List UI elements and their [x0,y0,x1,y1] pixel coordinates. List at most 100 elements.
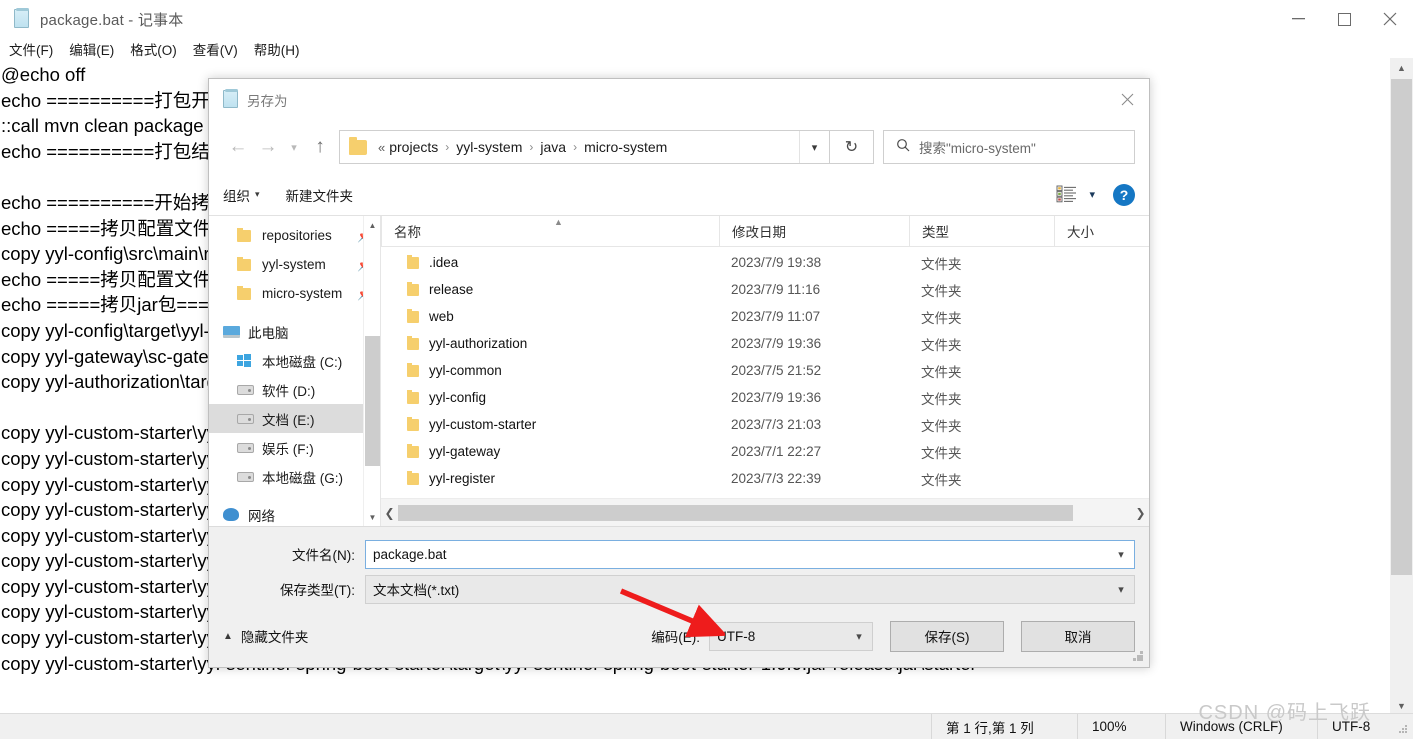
hscroll-track[interactable] [398,504,1132,521]
windows-drive-icon [237,354,257,367]
new-folder-button[interactable]: 新建文件夹 [286,185,354,205]
sidebar-item-micro-system[interactable]: micro-system 📌 [209,279,380,308]
back-icon[interactable]: ← [223,128,253,166]
breadcrumb-item-1[interactable]: yyl-system [456,139,522,155]
encoding-select[interactable]: UTF-8 ▾ [709,621,873,651]
minimize-icon[interactable] [1275,0,1321,38]
close-icon[interactable] [1367,0,1413,38]
sidebar-scrollbar-thumb[interactable] [365,336,380,466]
resize-grip[interactable] [1399,725,1409,735]
dialog-body: repositories 📌 yyl-system 📌 micro-system… [209,215,1149,526]
hide-folders-toggle[interactable]: ▲ 隐藏文件夹 [223,626,308,646]
maximize-icon[interactable] [1321,0,1367,38]
filename-value: package.bat [373,546,447,562]
breadcrumb-item-0[interactable]: projects [389,139,438,155]
chevron-down-icon: ▾ [255,189,260,199]
scrollbar-thumb[interactable] [1391,79,1412,575]
save-button[interactable]: 保存(S) [890,620,1004,652]
sidebar-item-network[interactable]: 网络 [209,500,380,526]
table-row[interactable]: yyl-register 2023/7/3 22:39 文件夹 [381,465,1149,492]
chevron-down-icon[interactable]: ▼ [364,508,380,526]
table-row[interactable]: yyl-gateway 2023/7/1 22:27 文件夹 [381,438,1149,465]
chevron-down-icon[interactable]: ▾ [1108,548,1134,561]
column-header-date[interactable]: 修改日期 [719,215,909,247]
cell-date: 2023/7/9 11:07 [731,309,821,324]
sidebar-item-drive-f[interactable]: 娱乐 (F:) [209,433,380,462]
cell-date: 2023/7/9 19:36 [731,336,822,351]
filetype-select[interactable]: 文本文档(*.txt) ▾ [365,574,1135,604]
refresh-icon[interactable]: ↻ [830,130,874,164]
sort-indicator: ▲ [554,217,563,227]
menu-file[interactable]: 文件(F) [2,39,60,59]
organize-button[interactable]: 组织 ▾ [223,185,260,205]
chevron-left-icon[interactable]: ❮ [381,506,398,520]
menu-help[interactable]: 帮助(H) [247,39,307,59]
breadcrumb-separator[interactable]: › [445,140,449,154]
chevron-down-icon[interactable]: ▾ [846,630,872,643]
dialog-navigation-row: ← → ▾ ↑ « projects › yyl-system › java ›… [209,120,1149,174]
sidebar-item-drive-g[interactable]: 本地磁盘 (G:) [209,462,380,491]
menu-format[interactable]: 格式(O) [123,39,184,59]
menu-edit[interactable]: 编辑(E) [62,39,121,59]
table-row[interactable]: yyl-config 2023/7/9 19:36 文件夹 [381,384,1149,411]
table-row[interactable]: release 2023/7/9 11:16 文件夹 [381,276,1149,303]
toolbar-right-group: ▾ ? [1056,183,1135,206]
search-input[interactable]: 搜索"micro-system" [883,130,1135,164]
file-list-horizontal-scrollbar[interactable]: ❮ ❯ [381,498,1149,526]
table-row[interactable]: .idea 2023/7/9 19:38 文件夹 [381,249,1149,276]
breadcrumb-overflow[interactable]: « [378,140,385,155]
sidebar-item-label: 网络 [248,508,275,524]
sidebar-item-this-pc[interactable]: 此电脑 [209,317,380,346]
cell-name: yyl-gateway [381,443,719,459]
organize-label: 组织 [223,188,250,204]
this-pc-icon [223,325,243,338]
breadcrumb-separator[interactable]: › [529,140,533,154]
scroll-up-icon[interactable]: ▲ [1390,58,1413,78]
table-row[interactable]: yyl-common 2023/7/5 21:52 文件夹 [381,357,1149,384]
chevron-up-icon[interactable]: ▲ [364,216,380,234]
drive-icon [237,413,257,424]
table-row[interactable]: web 2023/7/9 11:07 文件夹 [381,303,1149,330]
help-icon[interactable]: ? [1113,183,1135,206]
file-name: yyl-gateway [429,444,501,459]
column-header-size[interactable]: 大小 [1054,215,1149,247]
sidebar-scrollbar[interactable]: ▲ ▼ [363,216,380,526]
address-bar[interactable]: « projects › yyl-system › java › micro-s… [339,130,830,164]
cell-type: 文件夹 [921,418,962,434]
sidebar-item-drive-c[interactable]: 本地磁盘 (C:) [209,346,380,375]
chevron-down-icon[interactable]: ▾ [1108,583,1134,596]
dialog-actions: ▲ 隐藏文件夹 编码(E): UTF-8 ▾ 保存(S) 取消 [223,609,1135,667]
menu-view[interactable]: 查看(V) [186,39,245,59]
table-row[interactable]: yyl-authorization 2023/7/9 19:36 文件夹 [381,330,1149,357]
recent-locations-chevron-down-icon[interactable]: ▾ [283,128,305,166]
sidebar-item-drive-d[interactable]: 软件 (D:) [209,375,380,404]
notepad-vertical-scrollbar[interactable]: ▲ ▼ [1390,58,1413,716]
table-row[interactable]: yyl-custom-starter 2023/7/3 21:03 文件夹 [381,411,1149,438]
dialog-resize-grip[interactable] [1133,651,1144,662]
column-header-name[interactable]: 名称 [381,215,719,247]
folder-icon [407,389,419,404]
cell-date: 2023/7/5 21:52 [731,363,822,378]
view-list-icon[interactable] [1056,185,1078,205]
hscroll-thumb[interactable] [398,504,1074,521]
folder-icon [407,443,419,458]
forward-icon[interactable]: → [253,128,283,166]
file-name: yyl-register [429,471,496,486]
column-header-type[interactable]: 类型 [909,215,1054,247]
view-chevron-down-icon[interactable]: ▾ [1089,188,1095,201]
up-icon[interactable]: ↑ [305,128,335,166]
sidebar-item-yyl-system[interactable]: yyl-system 📌 [209,250,380,279]
breadcrumb-item-3[interactable]: micro-system [584,139,667,155]
chevron-right-icon[interactable]: ❯ [1132,506,1149,520]
breadcrumb-item-2[interactable]: java [540,139,566,155]
filename-input[interactable]: package.bat ▾ [365,539,1135,569]
sidebar-item-repositories[interactable]: repositories 📌 [209,221,380,250]
address-chevron-down-icon[interactable]: ▾ [799,131,829,163]
window-title: package.bat - 记事本 [40,11,184,29]
breadcrumb-separator[interactable]: › [573,140,577,154]
save-as-dialog: 另存为 ← → ▾ ↑ « projects › yyl-system › ja… [208,78,1150,668]
cancel-button[interactable]: 取消 [1021,620,1135,652]
close-icon[interactable] [1105,79,1149,120]
status-line-ending: Windows (CRLF) [1165,713,1317,739]
sidebar-item-drive-e[interactable]: 文档 (E:) [209,404,380,433]
